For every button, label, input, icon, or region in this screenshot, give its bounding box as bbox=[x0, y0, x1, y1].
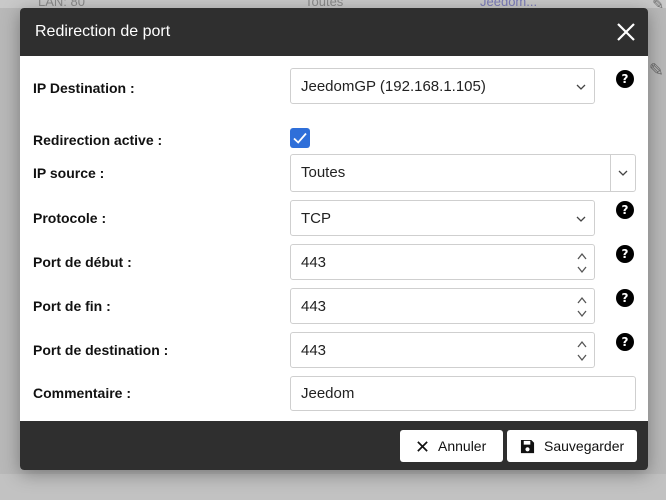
protocole-label: Protocole : bbox=[33, 210, 107, 226]
help-icon[interactable]: ? bbox=[616, 245, 634, 263]
ip-source-value: Toutes bbox=[301, 164, 346, 181]
pencil-icon[interactable]: ✎ bbox=[649, 60, 664, 81]
port-fin-value: 443 bbox=[301, 298, 327, 315]
save-button-label: Sauvegarder bbox=[544, 438, 625, 454]
port-destination-label: Port de destination : bbox=[33, 342, 169, 358]
commentaire-input[interactable]: Jeedom bbox=[290, 376, 636, 411]
cancel-button-label: Annuler bbox=[438, 438, 487, 454]
chevron-down-icon bbox=[618, 170, 628, 176]
help-icon[interactable]: ? bbox=[616, 333, 634, 351]
port-destination-input[interactable]: 443 bbox=[290, 332, 595, 368]
redirection-active-label: Redirection active : bbox=[33, 132, 163, 148]
help-icon[interactable]: ? bbox=[616, 201, 634, 219]
chevron-down-icon bbox=[576, 84, 586, 90]
check-icon bbox=[293, 132, 307, 144]
dialog-title: Redirection de port bbox=[35, 23, 171, 40]
commentaire-label: Commentaire : bbox=[33, 385, 132, 401]
port-debut-input[interactable]: 443 bbox=[290, 244, 595, 280]
help-icon[interactable]: ? bbox=[616, 70, 634, 88]
number-spinner-icon[interactable] bbox=[576, 293, 588, 321]
ip-source-dropdown-toggle[interactable] bbox=[610, 155, 635, 191]
port-debut-value: 443 bbox=[301, 254, 327, 271]
protocole-select[interactable]: TCP bbox=[290, 200, 595, 236]
port-destination-value: 443 bbox=[301, 342, 327, 359]
close-icon bbox=[417, 441, 428, 452]
help-icon[interactable]: ? bbox=[616, 289, 634, 307]
port-debut-label: Port de début : bbox=[33, 254, 132, 270]
protocole-value: TCP bbox=[301, 210, 331, 227]
ip-destination-select[interactable]: JeedomGP (192.168.1.105) bbox=[290, 68, 595, 104]
ip-source-select[interactable]: Toutes bbox=[290, 154, 636, 192]
save-button[interactable]: Sauvegarder bbox=[507, 430, 637, 462]
redirection-active-checkbox[interactable] bbox=[290, 128, 310, 148]
port-fin-label: Port de fin : bbox=[33, 298, 111, 314]
port-fin-input[interactable]: 443 bbox=[290, 288, 595, 324]
number-spinner-icon[interactable] bbox=[576, 249, 588, 277]
save-icon bbox=[520, 439, 535, 454]
cancel-button[interactable]: Annuler bbox=[400, 430, 503, 462]
commentaire-value: Jeedom bbox=[301, 385, 355, 402]
ip-source-label: IP source : bbox=[33, 165, 105, 181]
dialog-header: Redirection de port bbox=[20, 8, 648, 56]
close-icon[interactable] bbox=[614, 20, 638, 44]
ip-destination-value: JeedomGP (192.168.1.105) bbox=[301, 78, 486, 95]
dialog-footer: Annuler Sauvegarder bbox=[20, 421, 648, 470]
chevron-down-icon bbox=[576, 216, 586, 222]
background-footer-band bbox=[0, 474, 666, 500]
dialog-body: IP Destination : JeedomGP (192.168.1.105… bbox=[20, 56, 648, 421]
port-forward-dialog: Redirection de port IP Destination : Jee… bbox=[20, 8, 648, 470]
pencil-icon[interactable]: ✎ bbox=[652, 0, 664, 13]
number-spinner-icon[interactable] bbox=[576, 337, 588, 365]
ip-destination-label: IP Destination : bbox=[33, 80, 135, 96]
